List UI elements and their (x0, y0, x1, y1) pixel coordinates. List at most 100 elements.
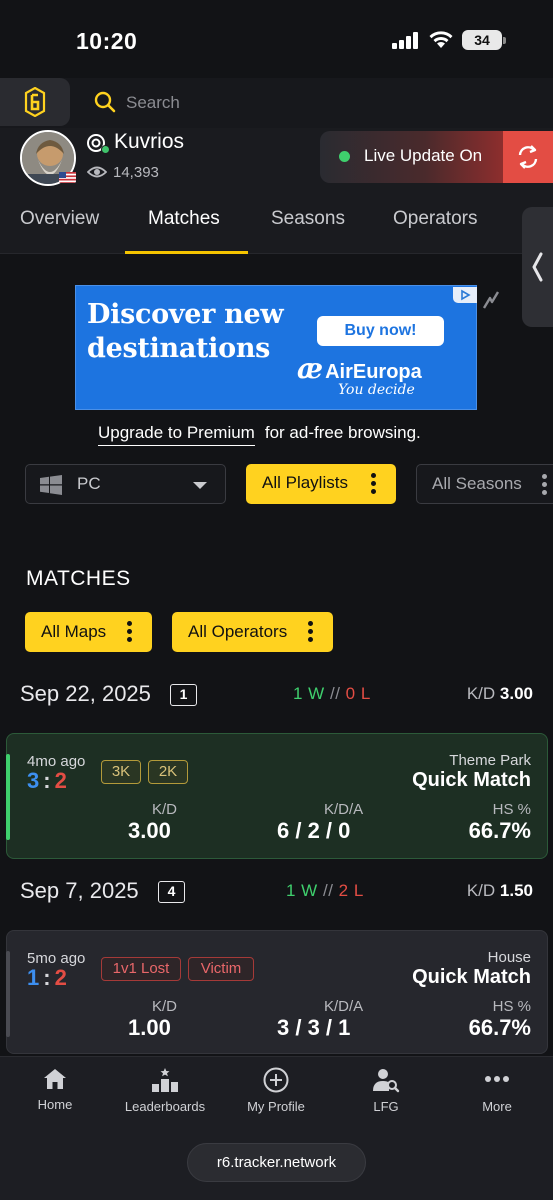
live-status-dot (339, 151, 350, 162)
advertisement-banner[interactable]: Discover new destinations Buy now! æ AirE… (75, 285, 477, 410)
tab-overview[interactable]: Overview (20, 208, 99, 230)
live-update-label: Live Update On (364, 146, 483, 165)
match-tag: 1v1 Lost (101, 957, 181, 981)
aireuropa-logo-icon: æ (297, 352, 324, 385)
live-update-toggle[interactable]: Live Update On (320, 131, 553, 183)
day-kd-label: K/D (466, 881, 496, 900)
map-filter-label: All Maps (41, 622, 107, 641)
plus-circle-icon (263, 1067, 289, 1093)
round-score: 3:2 (27, 768, 67, 793)
win-loss-summary: 1 W // 2 L (286, 881, 364, 901)
premium-notice: Upgrade to Premium for ad-free browsing. (98, 423, 421, 446)
hs-value: 66.7% (468, 818, 531, 843)
adchoices-icon[interactable] (453, 287, 477, 303)
search-icon[interactable] (94, 91, 116, 113)
nav-my-profile-label: My Profile (247, 1099, 305, 1114)
match-tag: 3K (101, 760, 141, 784)
season-filter[interactable]: All Seasons (416, 464, 553, 504)
chevron-down-icon (193, 482, 207, 489)
app-header: Search (0, 78, 553, 128)
match-map: House (487, 949, 531, 966)
profile-views: 14,393 (113, 164, 159, 181)
match-tag: 2K (148, 760, 188, 784)
nav-lfg[interactable]: LFG (331, 1067, 441, 1114)
match-count-badge: 4 (158, 881, 185, 903)
username: Kuvrios (114, 130, 185, 153)
nav-more[interactable]: More (442, 1067, 552, 1114)
score-team-b: 2 (54, 965, 67, 990)
match-date: Sep 22, 2025 (20, 681, 151, 706)
wins-count: 1 W (293, 684, 325, 703)
match-mode: Quick Match (412, 769, 531, 791)
kd-label: K/D (152, 998, 178, 1015)
verified-check-icon (101, 145, 110, 154)
map-filter[interactable]: All Maps (25, 612, 152, 652)
hs-value: 66.7% (468, 1015, 531, 1040)
operator-filter[interactable]: All Operators (172, 612, 333, 652)
kd-label: K/D (152, 801, 178, 818)
chevron-left-icon (532, 252, 543, 282)
refresh-button[interactable] (503, 131, 553, 183)
side-panel-handle[interactable] (522, 207, 553, 327)
home-icon (44, 1069, 66, 1089)
clock: 10:20 (76, 28, 138, 54)
playlist-filter[interactable]: All Playlists (246, 464, 396, 504)
profile-header: Kuvrios 14,393 Live Update On (0, 128, 553, 198)
battery-tip (503, 37, 506, 44)
site-logo[interactable] (0, 78, 70, 126)
rainbow-six-logo-icon (24, 87, 46, 117)
match-card[interactable]: 4mo ago 3:2 3K 2K Theme Park Quick Match… (6, 733, 548, 859)
status-bar: 10:20 34 (0, 0, 553, 78)
nav-leaderboards-label: Leaderboards (124, 1099, 206, 1114)
ad-headline-line1: Discover new (87, 299, 284, 330)
ad-headline-line2: destinations (87, 333, 271, 364)
nav-my-profile[interactable]: My Profile (221, 1067, 331, 1114)
day-kd: K/D 1.50 (467, 881, 533, 901)
score-team-a: 1 (27, 965, 40, 990)
wl-separator: // (329, 684, 341, 703)
search-input[interactable]: Search (126, 93, 180, 113)
ad-buy-button[interactable]: Buy now! (317, 316, 444, 346)
leaderboards-icon (152, 1068, 178, 1092)
platform-select[interactable]: PC (25, 464, 226, 504)
nav-home[interactable]: Home (0, 1067, 110, 1112)
day-kd: K/D 3.00 (467, 684, 533, 704)
matches-section-title: MATCHES (26, 567, 131, 590)
ad-headline: Discover new destinations (87, 298, 284, 366)
ad-brand: æ AirEuropa (297, 352, 422, 385)
playlist-filter-label: All Playlists (262, 473, 348, 492)
wins-count: 1 W (286, 881, 318, 900)
more-vertical-icon (371, 473, 376, 497)
more-vertical-icon (127, 621, 132, 645)
active-tab-indicator (125, 251, 248, 254)
nav-leaderboards[interactable]: Leaderboards (110, 1067, 220, 1114)
operator-filter-label: All Operators (188, 622, 288, 641)
kda-value: 3 / 3 / 1 (277, 1015, 351, 1040)
upgrade-premium-link[interactable]: Upgrade to Premium (98, 423, 255, 446)
match-tag: Victim (188, 957, 254, 981)
match-date-header: Sep 22, 2025 1 1 W // 0 L K/D 3.00 (0, 681, 553, 711)
losses-count: 0 L (345, 684, 371, 703)
browser-url-bar[interactable]: r6.tracker.network (187, 1143, 366, 1182)
tab-operators[interactable]: Operators (393, 208, 477, 230)
result-accent-bar (6, 951, 10, 1037)
ad-brand-name: AirEuropa (325, 361, 422, 383)
tab-matches[interactable]: Matches (148, 208, 220, 230)
nav-more-label: More (482, 1099, 512, 1114)
day-kd-value: 3.00 (499, 684, 533, 703)
refresh-icon (518, 145, 538, 169)
match-date-header: Sep 7, 2025 4 1 W // 2 L K/D 1.50 (0, 878, 553, 908)
tab-seasons[interactable]: Seasons (271, 208, 345, 230)
cellular-signal-icon (392, 32, 418, 49)
match-card[interactable]: 5mo ago 1:2 1v1 Lost Victim House Quick … (6, 930, 548, 1054)
kda-label: K/D/A (324, 801, 364, 818)
season-filter-label: All Seasons (432, 474, 522, 493)
hs-label: HS % (492, 801, 531, 818)
lfg-icon (373, 1069, 400, 1093)
kda-value: 6 / 2 / 0 (277, 818, 351, 843)
match-count-badge: 1 (170, 684, 197, 706)
battery-indicator: 34 (462, 30, 502, 50)
premium-text: for ad-free browsing. (264, 423, 421, 442)
nav-home-label: Home (37, 1097, 73, 1112)
eye-icon (87, 166, 107, 178)
